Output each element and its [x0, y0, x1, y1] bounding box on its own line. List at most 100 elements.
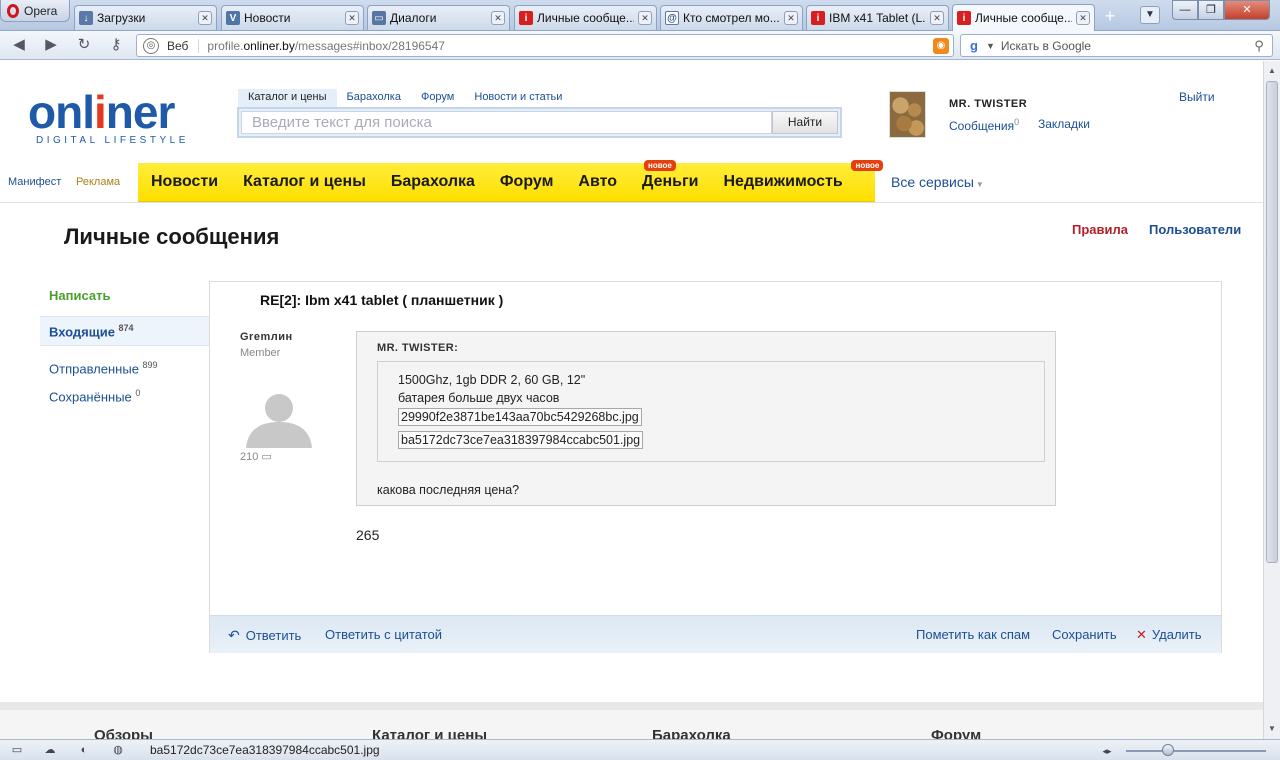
back-arrow-icon[interactable]: ◀	[8, 35, 30, 55]
browser-tab-bar: Opera ↓ Загрузки ✕ V Новости ✕ ▭ Диалоги…	[0, 0, 1280, 31]
scroll-down-icon[interactable]: ▼	[1264, 721, 1280, 737]
save-button[interactable]: Сохранить	[1052, 627, 1117, 642]
new-tab-plus-icon[interactable]: +	[1100, 7, 1120, 26]
reply-quote-button[interactable]: Ответить с цитатой	[325, 627, 442, 642]
window-maximize-button[interactable]: ❐	[1198, 0, 1224, 20]
sidebar-item-saved[interactable]: Сохранённые 0	[49, 388, 140, 404]
footer-col-title[interactable]: Обзоры	[94, 727, 153, 739]
tab-close-icon[interactable]: ✕	[491, 11, 505, 25]
logo-tagline: DIGITAL LIFESTYLE	[36, 135, 189, 146]
view-options-icon[interactable]: ◂▸	[1096, 744, 1118, 758]
tab-close-icon[interactable]: ✕	[1076, 11, 1090, 25]
zoom-slider[interactable]: ◂▸	[1094, 744, 1270, 758]
url-field[interactable]: ◎ Веб profile.onliner.by/messages#inbox/…	[136, 34, 954, 57]
onliner-icon: i	[811, 11, 825, 25]
browser-status-bar: ▭ ☁ ◐ ◍ ba5172dc73ce7ea318397984ccabc501…	[0, 739, 1280, 760]
turbo-icon[interactable]: ◐	[76, 743, 92, 757]
reply-button[interactable]: ↶ Ответить	[228, 627, 301, 644]
search-scope-tabs: Каталог и цены Барахолка Форум Новости и…	[238, 89, 572, 107]
menu-item-auto[interactable]: Авто	[578, 173, 617, 191]
tab-catalog[interactable]: Каталог и цены	[238, 89, 337, 107]
onliner-logo[interactable]: onliner DIGITAL LIFESTYLE	[28, 89, 189, 146]
bookmarks-link[interactable]: Закладки	[1038, 117, 1090, 131]
tab-news-vk[interactable]: V Новости ✕	[221, 5, 364, 30]
logout-link[interactable]: Выйти	[1179, 90, 1215, 104]
zoom-knob[interactable]	[1162, 744, 1174, 756]
window-close-button[interactable]: ✕	[1224, 0, 1270, 20]
author-role: Member	[240, 347, 281, 359]
tab-close-icon[interactable]: ✕	[930, 11, 944, 25]
footer-col-title[interactable]: Форум	[931, 727, 981, 739]
mark-spam-button[interactable]: Пометить как спам	[916, 627, 1030, 642]
window-minimize-button[interactable]: —	[1172, 0, 1198, 20]
tab-news-articles[interactable]: Новости и статьи	[464, 89, 572, 107]
tab-messages-active[interactable]: i Личные сообще... ✕	[952, 4, 1095, 31]
menu-item-forum[interactable]: Форум	[500, 173, 554, 191]
messages-count: 0	[1014, 117, 1020, 127]
tab-ibm-tablet[interactable]: i IBM x41 Tablet (L... ✕	[806, 5, 949, 30]
tab-dialogs[interactable]: ▭ Диалоги ✕	[367, 5, 510, 30]
menu-item-money[interactable]: Деньги новое	[642, 160, 698, 191]
onliner-icon: i	[519, 11, 533, 25]
browser-search-field[interactable]: g ▼ Искать в Google ⚲	[960, 34, 1273, 57]
menu-item-realty[interactable]: Недвижимость новое	[723, 160, 884, 191]
inbox-count: 874	[118, 323, 134, 333]
site-search: Введите текст для поиска Найти	[237, 107, 842, 138]
key-icon[interactable]: ⚷	[105, 35, 127, 55]
tab-who-viewed[interactable]: @ Кто смотрел мо... ✕	[660, 5, 803, 30]
menu-item-catalog[interactable]: Каталог и цены	[243, 173, 366, 191]
forward-arrow-icon[interactable]: ▶	[40, 35, 62, 55]
tab-menu-icon[interactable]: ▼	[1140, 6, 1160, 24]
globe-icon: ◎	[143, 37, 159, 54]
search-button[interactable]: Найти	[772, 111, 838, 134]
menu-item-baraholka[interactable]: Барахолка	[391, 173, 475, 191]
attachment-link[interactable]: 29990f2e3871be143aa70bc5429268bc.jpg	[398, 408, 642, 426]
footer-divider	[0, 702, 1263, 710]
opera-menu-button[interactable]: Opera	[0, 0, 70, 22]
vk-icon: V	[226, 11, 240, 25]
google-icon[interactable]: g	[964, 37, 984, 55]
sidebar-item-sent[interactable]: Отправленные 899	[49, 360, 158, 376]
tab-downloads[interactable]: ↓ Загрузки ✕	[74, 5, 217, 30]
sidebar-item-inbox[interactable]: Входящие 874	[40, 316, 210, 346]
tab-forum[interactable]: Форум	[411, 89, 464, 107]
rules-link[interactable]: Правила	[1072, 222, 1128, 237]
tab-close-icon[interactable]: ✕	[638, 11, 652, 25]
tab-close-icon[interactable]: ✕	[784, 11, 798, 25]
ads-link[interactable]: Реклама	[76, 176, 120, 188]
footer-col-title[interactable]: Барахолка	[652, 727, 731, 739]
speed-dial-icon[interactable]: ◍	[110, 743, 126, 757]
scroll-up-icon[interactable]: ▲	[1264, 63, 1280, 79]
reply-arrow-icon: ↶	[228, 627, 240, 643]
search-input[interactable]: Введите текст для поиска	[241, 111, 772, 134]
opera-logo-icon	[7, 3, 19, 18]
site-info-label[interactable]: Веб	[167, 38, 200, 53]
tab-close-icon[interactable]: ✕	[198, 11, 212, 25]
compose-link[interactable]: Написать	[49, 288, 110, 303]
tab-baraholka[interactable]: Барахолка	[337, 89, 411, 107]
search-icon[interactable]: ⚲	[1250, 37, 1268, 55]
scrollbar-thumb[interactable]	[1266, 81, 1278, 563]
attachment-link[interactable]: ba5172dc73ce7ea318397984ccabc501.jpg	[398, 431, 644, 449]
vertical-scrollbar[interactable]: ▲ ▼	[1263, 61, 1280, 739]
manifest-link[interactable]: Манифест	[8, 176, 61, 188]
author-name[interactable]: Gremлин	[240, 331, 293, 343]
panel-toggle-icon[interactable]: ▭	[9, 743, 25, 757]
quote-author: MR. TWISTER:	[377, 342, 459, 354]
reload-icon[interactable]: ↻	[73, 35, 95, 55]
search-engine-dropdown-icon[interactable]: ▼	[986, 41, 995, 51]
delete-button[interactable]: ✕ Удалить	[1136, 627, 1202, 643]
users-link[interactable]: Пользователи	[1149, 222, 1241, 237]
zoom-track[interactable]	[1126, 750, 1266, 752]
rss-feed-icon[interactable]: ◉	[933, 38, 949, 54]
footer-col-title[interactable]: Каталог и цены	[372, 727, 487, 739]
unite-cloud-icon[interactable]: ☁	[42, 743, 58, 757]
tab-messages-1[interactable]: i Личные сообще... ✕	[514, 5, 657, 30]
avatar[interactable]	[889, 91, 926, 138]
all-services-dropdown[interactable]: Все сервисы ▼	[891, 174, 984, 190]
tab-label: Загрузки	[97, 11, 146, 25]
tab-close-icon[interactable]: ✕	[345, 11, 359, 25]
menu-item-news[interactable]: Новости	[151, 173, 218, 191]
messages-link[interactable]: Сообщения0	[949, 117, 1019, 133]
user-name[interactable]: MR. TWISTER	[949, 98, 1027, 110]
